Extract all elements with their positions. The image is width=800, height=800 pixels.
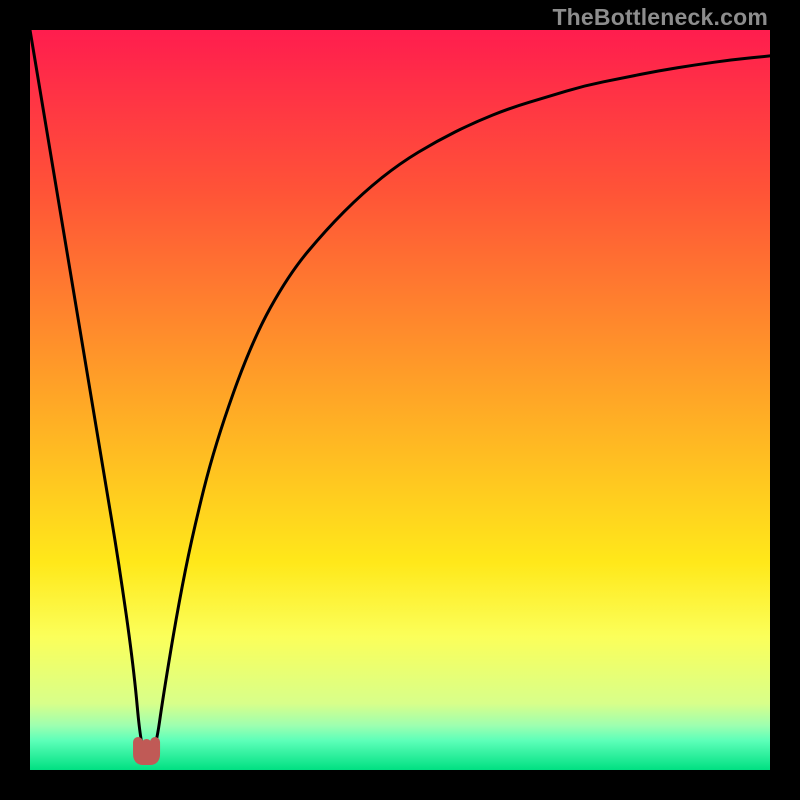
curve-layer — [30, 30, 770, 770]
outer-frame: TheBottleneck.com — [0, 0, 800, 800]
trough-marker — [138, 742, 155, 760]
bottleneck-curve — [30, 30, 770, 753]
plot-area — [30, 30, 770, 770]
watermark-text: TheBottleneck.com — [552, 4, 768, 31]
